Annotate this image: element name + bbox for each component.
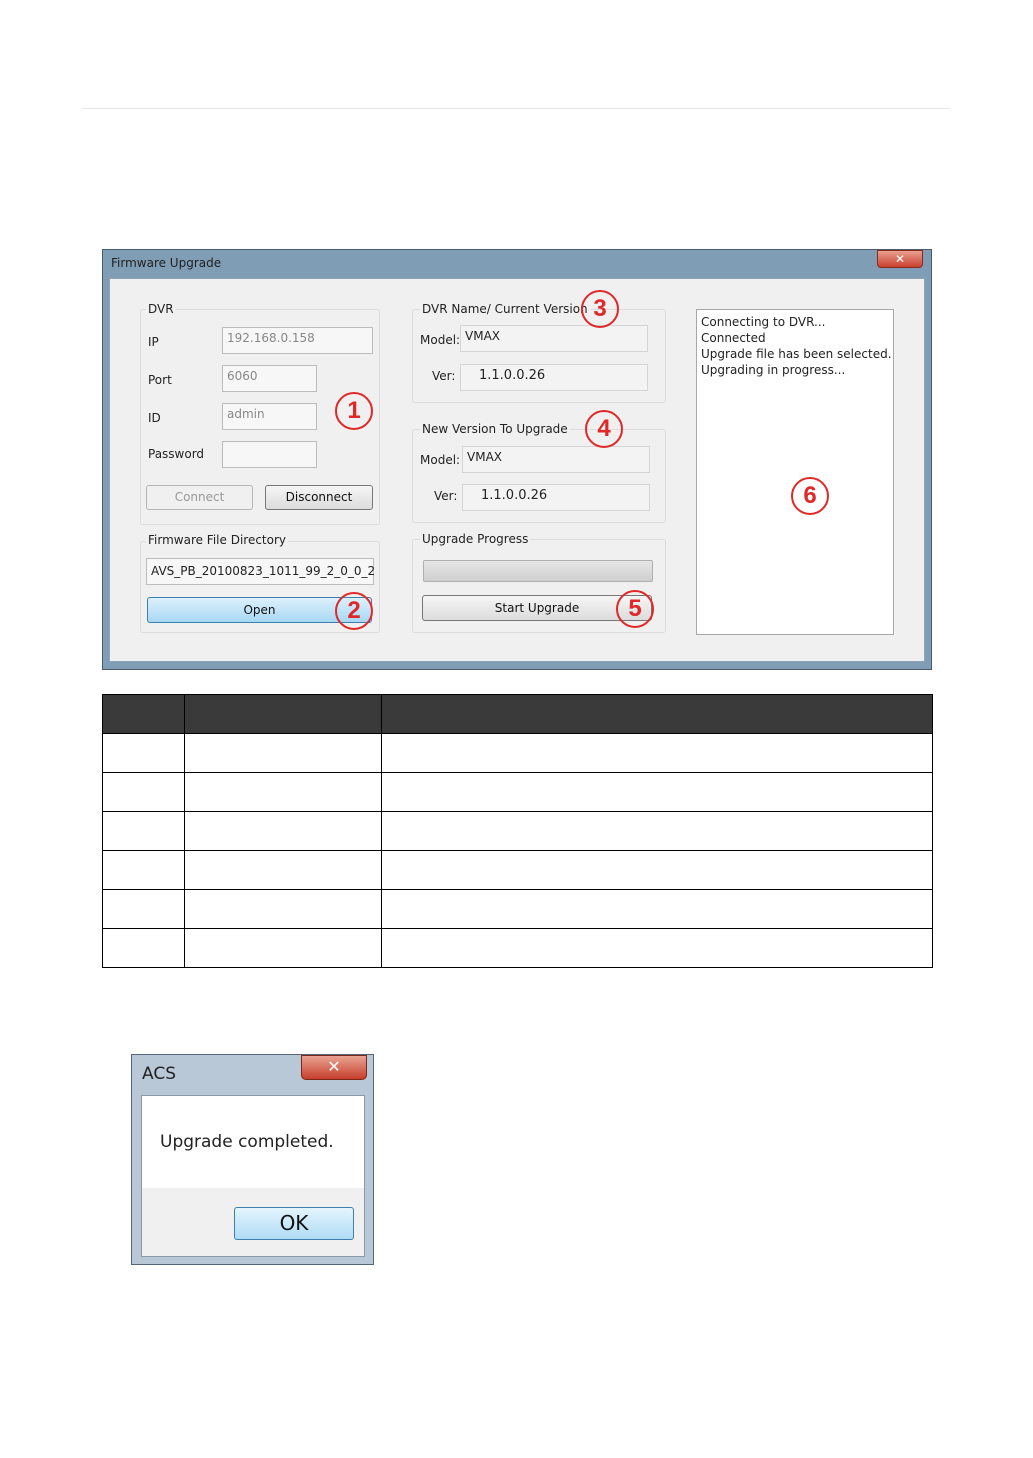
connect-button[interactable]: Connect <box>146 485 253 510</box>
callout-3: 3 <box>581 290 619 328</box>
current-model-field: VMAX <box>460 325 648 352</box>
password-label: Password <box>148 447 205 461</box>
table-cell <box>380 811 934 851</box>
callout-1: 1 <box>335 392 373 430</box>
firmware-file-field[interactable]: AVS_PB_20100823_1011_99_2_0_0_2 <box>146 558 375 585</box>
table-header-cell <box>183 694 382 734</box>
current-ver-label: Ver: <box>432 369 456 383</box>
firmware-file-group-label: Firmware File Directory <box>146 533 289 547</box>
page-divider <box>82 108 950 109</box>
table-cell <box>102 772 185 812</box>
ip-label: IP <box>148 335 159 349</box>
window-title: Firmware Upgrade <box>111 256 222 270</box>
status-log: Connecting to DVR... Connected Upgrade f… <box>696 309 894 635</box>
log-line: Upgrade file has been selected. <box>701 347 892 361</box>
port-label: Port <box>148 373 172 387</box>
table-row <box>102 772 934 812</box>
acs-dialog: ACS ✕ Upgrade completed. OK <box>131 1054 374 1265</box>
upgrade-progress-bar <box>423 560 653 582</box>
table-cell <box>380 850 934 890</box>
current-version-group-label: DVR Name/ Current Version <box>420 302 590 316</box>
id-label: ID <box>148 411 161 425</box>
disconnect-button[interactable]: Disconnect <box>265 485 373 510</box>
new-model-label: Model: <box>420 453 461 467</box>
upgrade-progress-group-label: Upgrade Progress <box>420 532 531 546</box>
table-cell <box>380 928 934 968</box>
table-row <box>102 733 934 773</box>
table-header-cell <box>102 694 185 734</box>
table-cell <box>183 850 382 890</box>
table-cell <box>102 889 185 929</box>
table-cell <box>102 850 185 890</box>
password-field[interactable] <box>222 441 317 468</box>
dialog-message: Upgrade completed. <box>160 1132 334 1152</box>
current-ver-field: 1.1.0.0.26 <box>460 364 648 391</box>
ok-button[interactable]: OK <box>234 1207 354 1240</box>
table-cell <box>183 772 382 812</box>
close-icon[interactable]: ✕ <box>301 1055 367 1080</box>
table-row <box>102 850 934 890</box>
table-cell <box>183 928 382 968</box>
firmware-upgrade-window: Firmware Upgrade ✕ DVR IP 192.168.0.158 … <box>102 249 932 670</box>
table-row <box>102 889 934 929</box>
log-line: Connected <box>701 331 766 345</box>
current-model-label: Model: <box>420 333 461 347</box>
table-cell <box>102 928 185 968</box>
table-cell <box>102 733 185 773</box>
new-ver-field: 1.1.0.0.26 <box>462 484 650 511</box>
table-cell <box>380 889 934 929</box>
table-header-cell <box>380 694 934 734</box>
window-client-area: DVR IP 192.168.0.158 Port 6060 ID admin … <box>109 278 925 662</box>
table-cell <box>183 889 382 929</box>
dialog-body: Upgrade completed. OK <box>141 1095 365 1257</box>
new-model-field: VMAX <box>462 446 650 473</box>
port-field[interactable]: 6060 <box>222 365 317 392</box>
table-cell <box>183 733 382 773</box>
table-header-row <box>102 694 934 734</box>
callout-5: 5 <box>616 590 654 628</box>
id-field[interactable]: admin <box>222 403 317 430</box>
new-version-group-label: New Version To Upgrade <box>420 422 570 436</box>
table-cell <box>102 811 185 851</box>
table-row <box>102 811 934 851</box>
log-line: Connecting to DVR... <box>701 315 826 329</box>
callout-4: 4 <box>585 410 623 448</box>
callout-6: 6 <box>791 477 829 515</box>
table-cell <box>380 733 934 773</box>
ip-field[interactable]: 192.168.0.158 <box>222 327 373 354</box>
legend-table <box>102 694 934 968</box>
close-icon[interactable]: ✕ <box>877 250 923 268</box>
callout-2: 2 <box>335 592 373 630</box>
dialog-title: ACS <box>142 1064 176 1084</box>
new-ver-label: Ver: <box>434 489 458 503</box>
log-line: Upgrading in progress... <box>701 363 846 377</box>
table-cell <box>380 772 934 812</box>
dvr-group-label: DVR <box>146 302 176 316</box>
table-cell <box>183 811 382 851</box>
table-row <box>102 928 934 968</box>
